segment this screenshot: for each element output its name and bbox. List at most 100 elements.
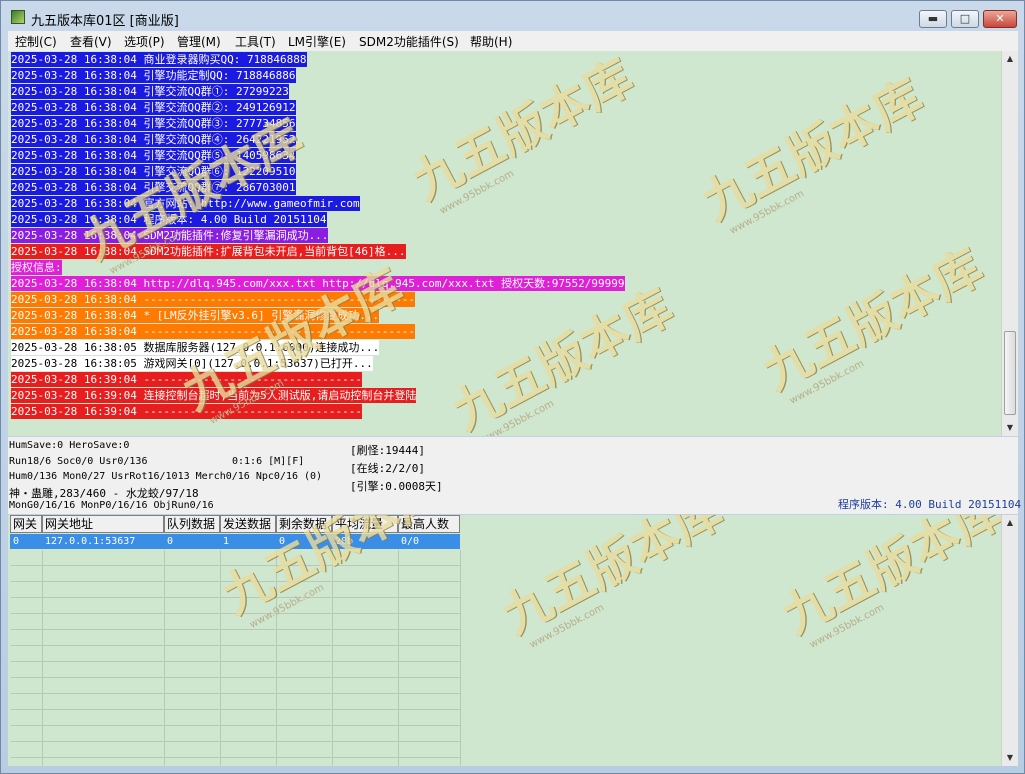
grid-line <box>11 613 461 614</box>
map-status: 神・蛊雕,283/460 - 水龙蛟/97/18 <box>9 487 199 500</box>
hum-status: Hum0/136 Mon0/27 UsrRot16/1013 Merch0/16… <box>9 471 323 482</box>
menu-help[interactable]: 帮助(H) <box>470 33 512 50</box>
watermark-text: 九五版本库 <box>403 51 642 212</box>
menu-options[interactable]: 选项(P) <box>124 33 165 50</box>
grid-line <box>11 661 461 662</box>
watermark-text: 九五版本库 <box>493 515 732 646</box>
table-row-cell[interactable]: 0 <box>164 534 220 549</box>
grid-line <box>11 757 461 758</box>
grid-line <box>460 550 461 766</box>
log-line: 2025-03-28 16:38:04 引擎交流QQ群④: 264221952 <box>11 132 296 147</box>
log-line: 2025-03-28 16:38:04 引擎交流QQ群①: 27299223 <box>11 84 289 99</box>
window-title: 九五版本库01区 [商业版] <box>31 14 179 29</box>
watermark-url: www.95bbk.com <box>728 188 807 237</box>
grid-line <box>11 709 461 710</box>
grid-line <box>398 550 399 766</box>
log-line: 2025-03-28 16:38:04 --------------------… <box>11 292 415 307</box>
grid-line <box>11 693 461 694</box>
log-line: 2025-03-28 16:38:04 引擎交流QQ群⑤: 140598634 <box>11 148 296 163</box>
online-count: [在线:2/2/0] <box>350 462 425 475</box>
log-line: 2025-03-28 16:38:04 引擎交流QQ群③: 277734856 <box>11 116 296 131</box>
grid-line <box>332 550 333 766</box>
minimize-button[interactable]: ▬ <box>919 10 947 28</box>
col-remaining-data[interactable]: 剩余数据 <box>276 515 332 533</box>
grid-line <box>220 550 221 766</box>
log-line: 2025-03-28 16:38:04 http://dlq.945.com/x… <box>11 276 625 291</box>
log-line: 2025-03-28 16:38:04 引擎功能定制QQ: 718846886 <box>11 68 296 83</box>
log-scroll-thumb[interactable] <box>1004 331 1016 415</box>
app-icon <box>11 10 25 24</box>
main-window: 九五版本库01区 [商业版] ▬ □ ✕ 控制(C) 查看(V) 选项(P) 管… <box>0 0 1025 774</box>
grid-line <box>164 550 165 766</box>
refresh-monster-count: [刷怪:19444] <box>350 444 425 457</box>
grid-line <box>11 725 461 726</box>
menu-lm-engine[interactable]: LM引擎(E) <box>288 33 346 50</box>
table-row-cell[interactable]: 1 <box>220 534 276 549</box>
menu-tools[interactable]: 工具(T) <box>235 33 276 50</box>
col-gateway-address[interactable]: 网关地址 <box>42 515 164 533</box>
watermark-text: 九五版本库 <box>443 278 682 436</box>
watermark-url: www.95bbk.com <box>478 398 557 436</box>
watermark-url: www.95bbk.com <box>788 358 867 407</box>
log-panel[interactable]: 2025-03-28 16:38:04 商业登录器购买QQ: 718846888… <box>8 51 1018 436</box>
watermark-text: 九五版本库 <box>753 238 992 402</box>
col-gateway[interactable]: 网关 <box>10 515 42 533</box>
run-status: Run18/6 Soc0/0 Usr0/136 <box>9 456 148 467</box>
menu-bar: 控制(C) 查看(V) 选项(P) 管理(M) 工具(T) LM引擎(E) SD… <box>8 31 1018 51</box>
engine-days: [引擎:0.0008天] <box>350 480 443 493</box>
menu-sdm2-plugin[interactable]: SDM2功能插件(S) <box>359 33 459 50</box>
watermark: 九五版本库 www.95bbk.com <box>398 51 642 261</box>
watermark-url: www.95bbk.com <box>808 602 887 651</box>
status-panel: HumSave:0 HeroSave:0 Run18/6 Soc0/0 Usr0… <box>8 437 1021 514</box>
scroll-down-arrow-icon[interactable]: ▼ <box>1002 420 1018 436</box>
menu-control[interactable]: 控制(C) <box>15 33 57 50</box>
menu-view[interactable]: 查看(V) <box>70 33 112 50</box>
log-line: 2025-03-28 16:38:05 游戏网关[0](127.0.0.1:53… <box>11 356 373 371</box>
gateway-grid[interactable]: 网关 网关地址 队列数据 发送数据 剩余数据 平均流量 最高人数 0 127.0… <box>8 515 1018 766</box>
table-row-cell[interactable]: 0/0 <box>398 534 460 549</box>
watermark-url: www.95bbk.com <box>248 582 327 631</box>
table-row-cell[interactable]: 0 <box>10 534 42 549</box>
scroll-up-arrow-icon[interactable]: ▲ <box>1002 51 1018 67</box>
log-line: 2025-03-28 16:38:04 官方网站: http://www.gam… <box>11 196 360 211</box>
scroll-up-arrow-icon[interactable]: ▲ <box>1002 515 1018 531</box>
grid-line <box>11 741 461 742</box>
watermark: 九五版本库 www.95bbk.com <box>748 239 992 436</box>
grid-scrollbar[interactable]: ▲ ▼ <box>1001 515 1018 766</box>
close-button[interactable]: ✕ <box>983 10 1017 28</box>
log-line: 2025-03-28 16:38:05 数据库服务器(127.0.0.1:600… <box>11 340 380 355</box>
watermark-url: www.95bbk.com <box>438 168 517 217</box>
col-queue-data[interactable]: 队列数据 <box>164 515 220 533</box>
title-bar[interactable]: 九五版本库01区 [商业版] ▬ □ ✕ <box>1 1 1024 33</box>
run-time: 0:1:6 [M][F] <box>232 456 305 467</box>
log-line: 2025-03-28 16:38:04 引擎交流QQ群⑦: 286703001 <box>11 180 296 195</box>
watermark: 九五版本库 www.95bbk.com <box>688 69 932 281</box>
log-line: 2025-03-28 16:39:04 连接控制台超时,当前为5人测试版,请启动… <box>11 388 417 403</box>
watermark: 九五版本库 www.95bbk.com <box>488 515 732 695</box>
grid-line <box>11 565 461 566</box>
table-row-cell[interactable]: 0 <box>276 534 332 549</box>
log-line: 2025-03-28 16:38:04 程序版本: 4.00 Build 201… <box>11 212 327 227</box>
log-line: 2025-03-28 16:38:04 SDM2功能插件:扩展背包未开启,当前背… <box>11 244 406 259</box>
log-line: 2025-03-28 16:39:04 --------------------… <box>11 372 362 387</box>
log-line: 2025-03-28 16:38:04 商业登录器购买QQ: 718846888 <box>11 52 307 67</box>
watermark-text: 九五版本库 <box>773 515 1012 646</box>
table-row-cell[interactable]: 20b <box>332 534 398 549</box>
col-avg-traffic[interactable]: 平均流量 <box>332 515 398 533</box>
grid-line <box>11 597 461 598</box>
menu-manage[interactable]: 管理(M) <box>177 33 221 50</box>
grid-line <box>11 581 461 582</box>
col-max-users[interactable]: 最高人数 <box>398 515 460 533</box>
watermark-text: 九五版本库 <box>693 68 932 232</box>
watermark: 九五版本库 www.95bbk.com <box>438 279 682 436</box>
grid-line <box>11 645 461 646</box>
log-line: 2025-03-28 16:38:04 引擎交流QQ群⑥: 122209510 <box>11 164 296 179</box>
log-line: 2025-03-28 16:38:04 --------------------… <box>11 324 415 339</box>
col-send-data[interactable]: 发送数据 <box>220 515 276 533</box>
table-row-cell[interactable]: 127.0.0.1:53637 <box>42 534 164 549</box>
maximize-button[interactable]: □ <box>951 10 979 28</box>
scroll-down-arrow-icon[interactable]: ▼ <box>1002 750 1018 766</box>
log-line: 授权信息: <box>11 260 62 275</box>
log-scrollbar[interactable]: ▲ ▼ <box>1001 51 1018 436</box>
hum-save-status: HumSave:0 HeroSave:0 <box>9 440 130 451</box>
